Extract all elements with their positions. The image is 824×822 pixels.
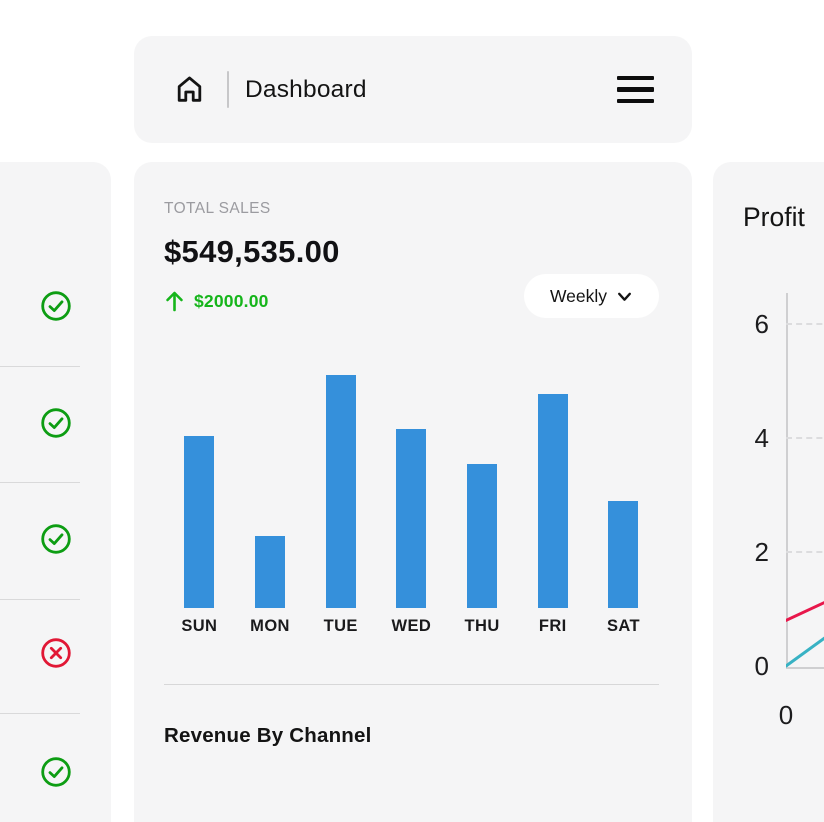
check-circle-icon [39, 406, 73, 440]
bar-chart-column [164, 375, 235, 608]
sidebar-divider [0, 482, 80, 483]
bar-chart-column [447, 375, 518, 608]
status-sidebar [0, 162, 111, 822]
arrow-up-icon [164, 289, 185, 313]
card-divider [164, 684, 659, 685]
hamburger-menu-button[interactable] [617, 72, 654, 108]
period-selector-value: Weekly [550, 286, 607, 307]
weekly-sales-bar-chart: SUNMONTUEWEDTHUFRISAT [164, 375, 659, 636]
gridline [786, 437, 824, 439]
sales-delta: $2000.00 [164, 289, 269, 313]
line-series-red [786, 595, 824, 621]
bar-tue [326, 375, 356, 608]
bar-label-sat: SAT [588, 617, 659, 636]
bar-label-sun: SUN [164, 617, 235, 636]
bar-fri [538, 394, 568, 608]
check-circle-icon [39, 289, 73, 323]
hamburger-bar [617, 87, 654, 92]
bar-sat [608, 501, 638, 608]
bar-chart-labels: SUNMONTUEWEDTHUFRISAT [164, 617, 659, 636]
profit-chart-title: Profit [743, 202, 805, 233]
home-icon [173, 73, 206, 106]
hamburger-bar [617, 99, 654, 104]
revenue-by-channel-title: Revenue By Channel [164, 724, 372, 748]
profit-line-series [786, 293, 824, 669]
sales-delta-value: $2000.00 [194, 291, 269, 312]
total-sales-card: TOTAL SALES $549,535.00 $2000.00 Weekly … [134, 162, 692, 822]
y-tick-label: 2 [729, 537, 769, 567]
x-tick-label: 0 [768, 700, 804, 731]
dashboard-page: Dashboard TOTAL SALES $549,535.00 $2000.… [0, 0, 824, 822]
y-tick-label: 6 [729, 309, 769, 339]
x-circle-icon [39, 636, 73, 670]
chevron-down-icon [616, 288, 633, 305]
header-card: Dashboard [134, 36, 692, 143]
profit-card: Profit 0 6 4 2 0 [713, 162, 824, 822]
bar-label-fri: FRI [517, 617, 588, 636]
line-series-teal [786, 626, 824, 666]
check-circle-icon [39, 522, 73, 556]
gridline [786, 323, 824, 325]
bar-label-mon: MON [235, 617, 306, 636]
bar-chart-columns [164, 375, 659, 608]
bar-label-thu: THU [447, 617, 518, 636]
check-circle-icon [39, 755, 73, 789]
bar-label-wed: WED [376, 617, 447, 636]
hamburger-bar [617, 76, 654, 81]
bar-chart-column [517, 375, 588, 608]
y-tick-label: 4 [729, 423, 769, 453]
bar-label-tue: TUE [305, 617, 376, 636]
bar-sun [184, 436, 214, 608]
sidebar-divider [0, 599, 80, 600]
bar-thu [467, 464, 497, 608]
total-sales-label: TOTAL SALES [164, 200, 271, 218]
gridline [786, 551, 824, 553]
bar-wed [396, 429, 426, 608]
bar-chart-column [235, 375, 306, 608]
home-button[interactable] [172, 73, 206, 107]
sidebar-divider [0, 713, 80, 714]
bar-chart-column [305, 375, 376, 608]
page-title: Dashboard [245, 76, 367, 104]
bar-chart-column [376, 375, 447, 608]
bar-chart-column [588, 375, 659, 608]
bar-mon [255, 536, 285, 608]
header-divider [227, 71, 229, 108]
period-selector[interactable]: Weekly [524, 274, 659, 318]
total-sales-value: $549,535.00 [164, 234, 340, 270]
sidebar-divider [0, 366, 80, 367]
y-tick-label: 0 [729, 651, 769, 681]
